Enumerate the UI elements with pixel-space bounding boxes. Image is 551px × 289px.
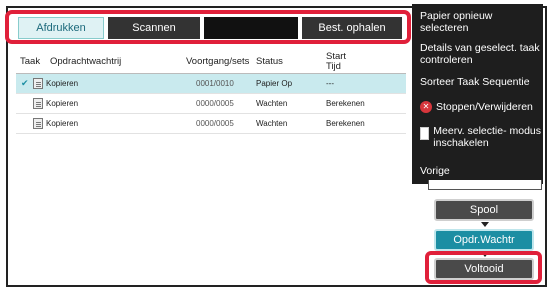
menu-item-meerv-label: Meerv. selectie- modus inschakelen	[433, 125, 542, 149]
row-progress: 0000/0005	[196, 119, 234, 128]
row-start: ---	[326, 78, 334, 88]
menu-item-details-controleren[interactable]: Details van geselect. taak controleren	[420, 42, 543, 66]
header-start-label: Start	[326, 50, 347, 62]
header-tijd-label: Tijd	[326, 60, 341, 72]
table-header: Taak Opdrachtwachtrij Voortgang/sets Sta…	[16, 50, 406, 74]
header-voortgang: Voortgang/sets	[186, 56, 250, 67]
row-progress: 0001/0010	[196, 79, 234, 88]
menu-item-papier-opnieuw[interactable]: Papier opnieuw selecteren	[420, 10, 543, 34]
header-taak: Taak	[20, 56, 41, 67]
action-menu-panel: Papier opnieuw selecteren Details van ge…	[412, 4, 543, 184]
arrow-down-icon	[481, 222, 489, 227]
opdr-wachtr-button[interactable]: Opdr.Wachtr	[434, 229, 534, 251]
spool-button[interactable]: Spool	[434, 199, 534, 221]
job-queue-table: Taak Opdrachtwachtrij Voortgang/sets Sta…	[16, 50, 406, 134]
row-status: Wachten	[256, 119, 288, 128]
row-start: Berekenen	[326, 98, 365, 108]
menu-item-stoppen-verwijderen[interactable]: ✕ Stoppen/Verwijderen	[420, 101, 533, 113]
row-status: Wachten	[256, 99, 288, 108]
table-row[interactable]: Kopieren 0000/0005 Wachten Berekenen	[16, 94, 406, 114]
voltooid-highlight-frame	[425, 251, 542, 284]
header-opdrachtwachtrij: Opdrachtwachtrij	[50, 56, 122, 67]
panel-frame	[428, 180, 542, 190]
checkbox-icon	[420, 127, 430, 140]
menu-item-meerv-selectie[interactable]: Meerv. selectie- modus inschakelen	[420, 125, 543, 149]
menu-item-vorige[interactable]: Vorige	[420, 165, 450, 177]
table-row[interactable]: ✔ Kopieren 0001/0010 Papier Op ---	[16, 74, 406, 94]
copy-job-icon	[33, 78, 43, 89]
header-start-tijd: Start Tijd	[322, 50, 406, 72]
row-queue: Kopieren	[46, 79, 79, 88]
row-queue: Kopieren	[46, 119, 79, 128]
copy-job-icon	[33, 118, 43, 129]
row-start: Berekenen	[326, 118, 365, 128]
header-status: Status	[256, 56, 283, 67]
stop-icon: ✕	[420, 101, 432, 113]
row-status: Papier Op	[256, 79, 293, 88]
table-row[interactable]: Kopieren 0000/0005 Wachten Berekenen	[16, 114, 406, 134]
row-progress: 0000/0005	[196, 99, 234, 108]
copy-job-icon	[33, 98, 43, 109]
row-queue: Kopieren	[46, 99, 79, 108]
check-icon: ✔	[21, 78, 29, 88]
tabs-highlight-frame	[5, 10, 411, 44]
menu-item-sorteer-taak[interactable]: Sorteer Taak Sequentie	[420, 76, 530, 88]
menu-item-stoppen-label: Stoppen/Verwijderen	[436, 101, 533, 113]
